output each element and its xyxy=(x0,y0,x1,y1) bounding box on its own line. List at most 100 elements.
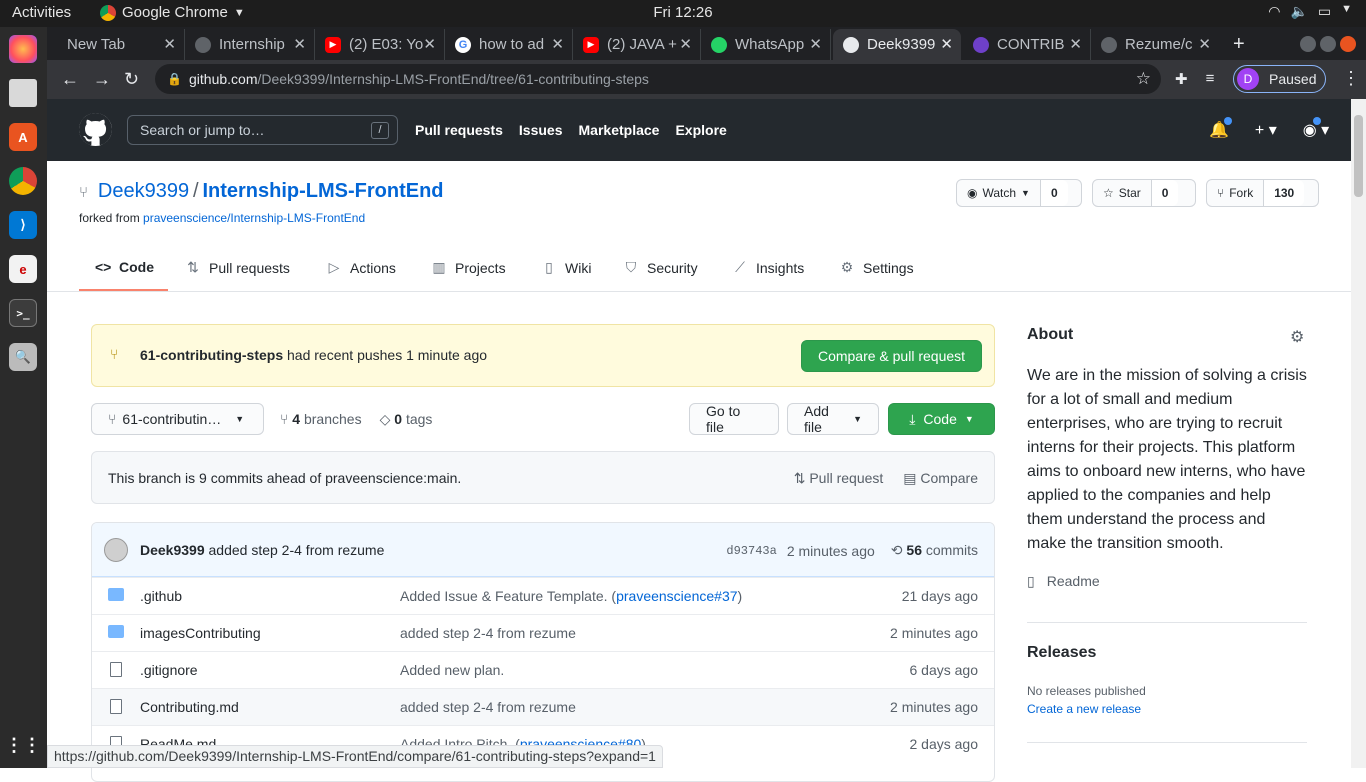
gedit-icon[interactable]: e xyxy=(9,255,37,283)
file-commit-ref-link[interactable]: praveenscience#37 xyxy=(616,588,737,604)
chevron-down-icon: ▼ xyxy=(1021,188,1030,198)
tab-youtube-java[interactable]: ▶ (2) JAVA + ✕ xyxy=(573,29,701,60)
github-search-input[interactable]: Search or jump to… / xyxy=(127,115,398,145)
github-logo-icon[interactable] xyxy=(79,113,112,146)
tab-security[interactable]: ⛉ Security xyxy=(623,259,698,276)
image-viewer-icon[interactable]: 🔍 xyxy=(9,343,37,371)
tab-settings[interactable]: ⚙ Settings xyxy=(839,259,914,276)
file-commit-text[interactable]: added step 2-4 from rezume xyxy=(400,625,576,641)
close-icon[interactable]: ✕ xyxy=(163,35,176,53)
terminal-icon[interactable]: >_ xyxy=(9,299,37,327)
file-commit-text[interactable]: added step 2-4 from rezume xyxy=(400,699,576,715)
tab-new-tab[interactable]: New Tab ✕ xyxy=(57,29,185,60)
add-file-button[interactable]: Add file ▼ xyxy=(787,403,879,435)
create-release-link[interactable]: Create a new release xyxy=(1027,702,1141,716)
page-scrollbar[interactable] xyxy=(1351,99,1366,768)
file-commit-message: Added new plan. xyxy=(400,662,504,678)
back-arrow-icon[interactable]: ← xyxy=(61,69,79,90)
tab-code[interactable]: <> Code xyxy=(95,259,154,275)
extensions-puzzle-icon[interactable]: ✚ xyxy=(1175,70,1188,88)
pull-request-icon: ⇅ xyxy=(793,470,806,486)
tab-insights[interactable]: ⟋ Insights xyxy=(732,259,804,276)
compare-pull-request-button[interactable]: Compare & pull request xyxy=(801,340,982,372)
tab-deek9399-active[interactable]: Deek9399 ✕ xyxy=(833,29,961,60)
star-count[interactable]: 0 xyxy=(1151,180,1179,206)
kebab-menu-icon[interactable]: ⋮ xyxy=(1342,68,1360,89)
close-icon[interactable]: ✕ xyxy=(809,35,822,53)
close-icon[interactable]: ✕ xyxy=(679,35,692,53)
close-window-icon[interactable] xyxy=(1340,36,1356,52)
system-tray[interactable]: ◠ 🔈 ▭ ▼ xyxy=(1268,3,1352,20)
file-name[interactable]: .gitignore xyxy=(140,662,198,678)
tab-youtube-e03[interactable]: ▶ (2) E03: Yo ✕ xyxy=(315,29,445,60)
show-apps-icon[interactable]: ⋮⋮ xyxy=(5,731,41,759)
compare-link[interactable]: ▤ Compare xyxy=(903,470,978,487)
clock[interactable]: Fri 12:26 xyxy=(0,4,1366,21)
notification-bell-icon[interactable]: 🔔 xyxy=(1209,117,1232,140)
new-tab-button[interactable]: + xyxy=(1233,33,1245,56)
nav-marketplace[interactable]: Marketplace xyxy=(579,122,660,138)
file-name[interactable]: Contributing.md xyxy=(140,699,239,715)
reload-icon[interactable]: ↻ xyxy=(124,69,139,90)
profile-paused-button[interactable]: D Paused xyxy=(1233,65,1326,93)
close-icon[interactable]: ✕ xyxy=(293,35,306,53)
releases-heading[interactable]: Releases xyxy=(1027,644,1096,662)
watch-button[interactable]: ◉ Watch ▼ 0 xyxy=(956,179,1082,207)
firefox-icon[interactable] xyxy=(9,35,37,63)
fork-count[interactable]: 130 xyxy=(1264,180,1305,206)
commit-author[interactable]: Deek9399 xyxy=(140,542,205,558)
close-icon[interactable]: ✕ xyxy=(551,35,564,53)
code-download-button[interactable]: ⤓ Code ▼ xyxy=(888,403,995,435)
close-icon[interactable]: ✕ xyxy=(1069,35,1082,53)
file-commit-text[interactable]: Added Issue & Feature Template. ( xyxy=(400,588,616,604)
nav-issues[interactable]: Issues xyxy=(519,122,563,138)
repo-owner-link[interactable]: Deek9399 xyxy=(98,180,189,202)
tab-projects[interactable]: ▥ Projects xyxy=(431,259,505,276)
gear-icon[interactable]: ⚙ xyxy=(1290,327,1304,347)
tab-wiki[interactable]: ▯ Wiki xyxy=(541,259,591,276)
tab-actions[interactable]: ▷ Actions xyxy=(326,259,396,276)
branch-select[interactable]: ⑂ 61-contributin… ▼ xyxy=(91,403,264,435)
forward-arrow-icon[interactable]: → xyxy=(93,69,111,90)
minimize-icon[interactable] xyxy=(1300,36,1316,52)
go-to-file-button[interactable]: Go to file xyxy=(689,403,779,435)
commit-sha[interactable]: d93743a xyxy=(726,544,776,558)
address-bar[interactable]: 🔒 github.com/Deek9399/Internship-LMS-Fro… xyxy=(155,64,1161,94)
software-center-icon[interactable]: A xyxy=(9,123,37,151)
maximize-icon[interactable] xyxy=(1320,36,1336,52)
tab-whatsapp[interactable]: WhatsApp ✕ xyxy=(701,29,831,60)
tags-link[interactable]: ◇ 0 tags xyxy=(380,411,433,428)
chrome-dock-icon[interactable] xyxy=(9,167,37,195)
vscode-icon[interactable]: ⟩ xyxy=(9,211,37,239)
bookmark-star-icon[interactable]: ☆ xyxy=(1136,64,1151,94)
tab-google-search[interactable]: Ghow to ad ✕ xyxy=(445,29,573,60)
close-icon[interactable]: ✕ xyxy=(1198,35,1211,53)
scrollbar-thumb[interactable] xyxy=(1354,115,1363,197)
file-name[interactable]: .github xyxy=(140,588,182,604)
files-icon[interactable] xyxy=(9,79,37,107)
commit-message[interactable]: added step 2-4 from rezume xyxy=(205,542,385,558)
forked-from-link[interactable]: praveenscience/Internship-LMS-FrontEnd xyxy=(143,211,365,225)
file-name[interactable]: imagesContributing xyxy=(140,625,261,641)
pull-request-link[interactable]: ⇅ Pull request xyxy=(794,470,884,487)
tab-pull-requests[interactable]: ⇅ Pull requests xyxy=(185,259,290,276)
create-new-plus-icon[interactable]: + ▾ xyxy=(1255,120,1277,140)
repo-name-link[interactable]: Internship-LMS-FrontEnd xyxy=(202,180,443,202)
close-icon[interactable]: ✕ xyxy=(940,35,953,53)
avatar[interactable] xyxy=(104,538,128,562)
tab-internship[interactable]: Internship ✕ xyxy=(185,29,315,60)
nav-explore[interactable]: Explore xyxy=(675,122,726,138)
tab-contrib[interactable]: CONTRIB ✕ xyxy=(963,29,1091,60)
user-avatar-menu[interactable]: ◉ ▾ xyxy=(1303,117,1329,140)
tab-rezume[interactable]: Rezume/c ✕ xyxy=(1091,29,1219,60)
star-button[interactable]: ☆ Star 0 xyxy=(1092,179,1196,207)
commits-link[interactable]: ⟲ 56 commits xyxy=(891,542,978,559)
nav-pull-requests[interactable]: Pull requests xyxy=(415,122,503,138)
reading-list-icon[interactable]: ≡ xyxy=(1206,70,1215,88)
close-icon[interactable]: ✕ xyxy=(423,35,436,53)
readme-link[interactable]: ▯ Readme xyxy=(1027,573,1100,590)
file-commit-text[interactable]: Added new plan. xyxy=(400,662,504,678)
branches-link[interactable]: ⑂ 4 branches xyxy=(280,411,362,428)
watch-count[interactable]: 0 xyxy=(1040,180,1068,206)
fork-button[interactable]: ⑂ Fork 130 xyxy=(1206,179,1319,207)
